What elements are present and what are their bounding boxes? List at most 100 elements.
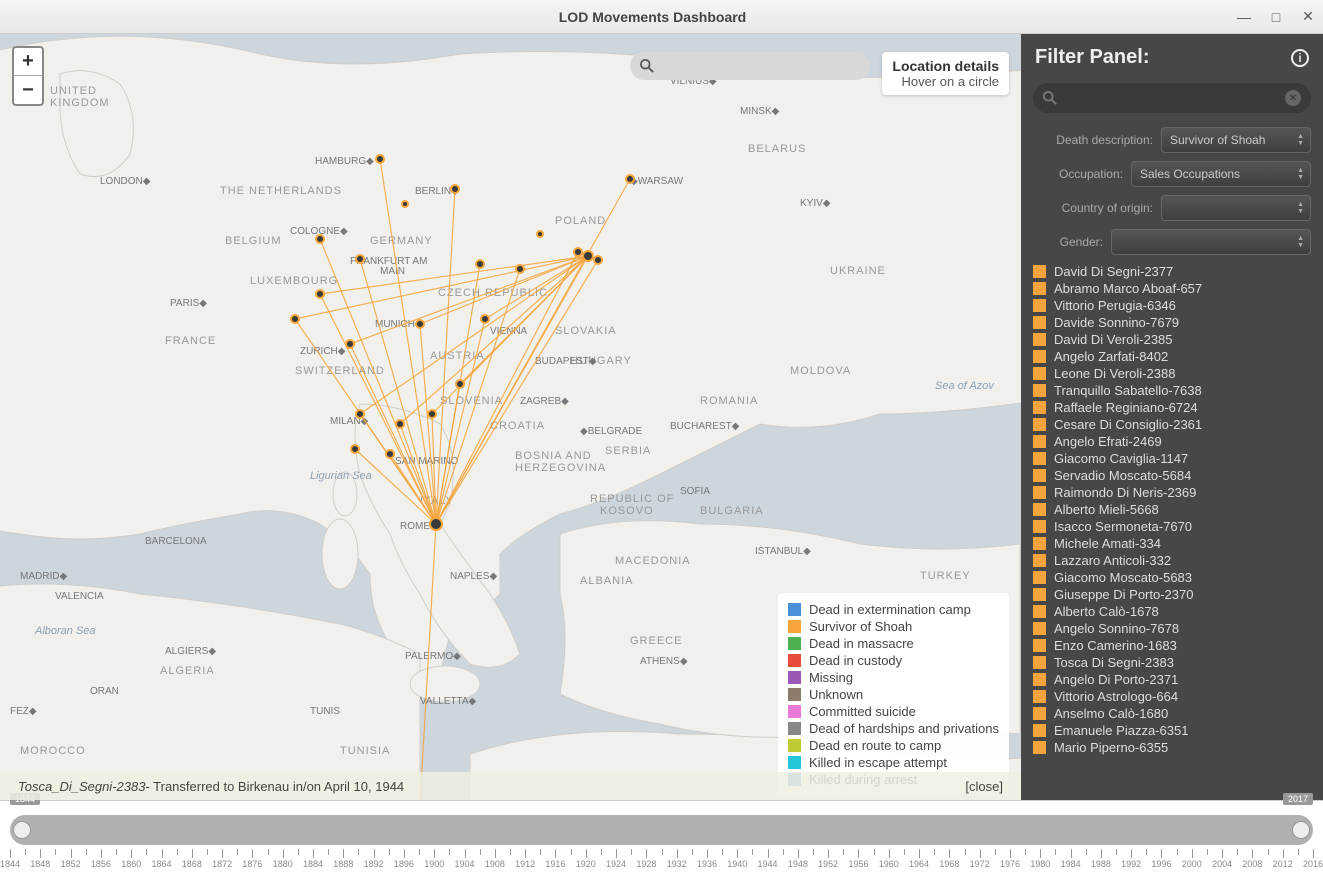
people-list-item[interactable]: Giacomo Moscato-5683 [1033, 569, 1311, 586]
people-list-item[interactable]: Giacomo Caviglia-1147 [1033, 450, 1311, 467]
person-name: Angelo Zarfati-8402 [1054, 349, 1168, 364]
legend-label: Dead of hardships and privations [809, 721, 999, 736]
people-list-item[interactable]: Leone Di Veroli-2388 [1033, 365, 1311, 382]
country-select[interactable]: ▲▼ [1161, 195, 1311, 221]
person-swatch [1033, 724, 1046, 737]
people-list-item[interactable]: Vittorio Perugia-6346 [1033, 297, 1311, 314]
person-name: Angelo Sonnino-7678 [1054, 621, 1179, 636]
timeline-tick-label: 1900 [424, 859, 444, 869]
people-list-item[interactable]: Davide Sonnino-7679 [1033, 314, 1311, 331]
clear-search-icon[interactable]: ✕ [1285, 90, 1301, 106]
people-list-item[interactable]: Emanuele Piazza-6351 [1033, 722, 1311, 739]
people-list-item[interactable]: Angelo Sonnino-7678 [1033, 620, 1311, 637]
person-name: Alberto Mieli-5668 [1054, 502, 1159, 517]
people-list-item[interactable]: Tosca Di Segni-2383 [1033, 654, 1311, 671]
people-list-item[interactable]: David Di Segni-2377 [1033, 263, 1311, 280]
legend-item: Dead of hardships and privations [788, 720, 999, 737]
timeline-handle-start[interactable] [13, 821, 31, 839]
svg-text:CZECH REPUBLIC: CZECH REPUBLIC [438, 287, 548, 299]
people-list-item[interactable]: Mario Piperno-6355 [1033, 739, 1311, 756]
people-list-item[interactable]: Angelo Zarfati-8402 [1033, 348, 1311, 365]
person-name: Anselmo Calò-1680 [1054, 706, 1168, 721]
person-name: Michele Amati-334 [1054, 536, 1161, 551]
map-area[interactable]: UNITEDKINGDOM THE NETHERLANDS BELGIUM LU… [0, 34, 1021, 800]
people-list[interactable]: David Di Segni-2377Abramo Marco Aboaf-65… [1021, 259, 1323, 800]
svg-text:ATHENS◆: ATHENS◆ [640, 656, 688, 667]
person-name: Giacomo Moscato-5683 [1054, 570, 1192, 585]
person-name: Lazzaro Anticoli-332 [1054, 553, 1171, 568]
zoom-out-button[interactable]: − [14, 76, 42, 104]
svg-text:Ligurian Sea: Ligurian Sea [310, 470, 372, 482]
person-swatch [1033, 639, 1046, 652]
person-name: Vittorio Astrologo-664 [1054, 689, 1178, 704]
svg-text:FRANCE: FRANCE [165, 335, 216, 347]
legend-label: Missing [809, 670, 853, 685]
map-search-input[interactable] [630, 52, 870, 80]
svg-text:Alboran Sea: Alboran Sea [34, 625, 96, 637]
people-list-item[interactable]: Raimondo Di Neris-2369 [1033, 484, 1311, 501]
timeline-tick-label: 2008 [1242, 859, 1262, 869]
people-list-item[interactable]: Tranquillo Sabatello-7638 [1033, 382, 1311, 399]
person-name: Davide Sonnino-7679 [1054, 315, 1179, 330]
svg-text:ZAGREB◆: ZAGREB◆ [520, 396, 569, 407]
timeline-tick-label: 1888 [333, 859, 353, 869]
people-list-item[interactable]: Alberto Mieli-5668 [1033, 501, 1311, 518]
legend-swatch [788, 603, 801, 616]
person-name: Raffaele Reginiano-6724 [1054, 400, 1198, 415]
svg-text:SOFIA: SOFIA [680, 486, 710, 497]
people-list-item[interactable]: Angelo Di Porto-2371 [1033, 671, 1311, 688]
maximize-button[interactable]: □ [1269, 10, 1283, 24]
minimize-button[interactable]: — [1237, 10, 1251, 24]
people-list-item[interactable]: Angelo Efrati-2469 [1033, 433, 1311, 450]
filter-search-input[interactable]: ✕ [1033, 83, 1311, 113]
people-list-item[interactable]: David Di Veroli-2385 [1033, 331, 1311, 348]
people-list-item[interactable]: Vittorio Astrologo-664 [1033, 688, 1311, 705]
gender-select[interactable]: ▲▼ [1111, 229, 1311, 255]
timeline-handle-end[interactable] [1292, 821, 1310, 839]
zoom-in-button[interactable]: + [14, 48, 42, 76]
timeline-tick-label: 1908 [485, 859, 505, 869]
legend-item: Dead en route to camp [788, 737, 999, 754]
occupation-select[interactable]: Sales Occupations▲▼ [1131, 161, 1311, 187]
death-description-select[interactable]: Survivor of Shoah▲▼ [1161, 127, 1311, 153]
filter-search-field[interactable] [1063, 91, 1279, 106]
legend-label: Dead en route to camp [809, 738, 941, 753]
person-swatch [1033, 350, 1046, 363]
timeline-tick-label: 1872 [212, 859, 232, 869]
people-list-item[interactable]: Servadio Moscato-5684 [1033, 467, 1311, 484]
timeline-tick-label: 2016 [1303, 859, 1323, 869]
status-close-button[interactable]: [close] [965, 779, 1003, 794]
timeline[interactable]: 1844 2017 184418481852185618601864186818… [0, 800, 1323, 883]
legend-label: Committed suicide [809, 704, 916, 719]
people-list-item[interactable]: Abramo Marco Aboaf-657 [1033, 280, 1311, 297]
people-list-item[interactable]: Isacco Sermoneta-7670 [1033, 518, 1311, 535]
person-name: Leone Di Veroli-2388 [1054, 366, 1175, 381]
svg-text:Sea of Azov: Sea of Azov [935, 380, 995, 392]
svg-text:HERZEGOVINA: HERZEGOVINA [515, 462, 606, 474]
person-name: Giuseppe Di Porto-2370 [1054, 587, 1193, 602]
svg-text:BOSNIA AND: BOSNIA AND [515, 450, 592, 462]
svg-text:MAIN: MAIN [380, 266, 405, 277]
person-name: Angelo Di Porto-2371 [1054, 672, 1178, 687]
close-button[interactable]: ✕ [1301, 10, 1315, 24]
people-list-item[interactable]: Alberto Calò-1678 [1033, 603, 1311, 620]
timeline-tick-label: 1868 [182, 859, 202, 869]
people-list-item[interactable]: Raffaele Reginiano-6724 [1033, 399, 1311, 416]
people-list-item[interactable]: Giuseppe Di Porto-2370 [1033, 586, 1311, 603]
timeline-track[interactable] [10, 815, 1313, 845]
svg-text:SERBIA: SERBIA [605, 445, 651, 457]
info-icon[interactable]: i [1291, 49, 1309, 67]
svg-text:HAMBURG◆: HAMBURG◆ [315, 156, 374, 167]
people-list-item[interactable]: Michele Amati-334 [1033, 535, 1311, 552]
people-list-item[interactable]: Anselmo Calò-1680 [1033, 705, 1311, 722]
svg-text:TUNISIA: TUNISIA [340, 745, 390, 757]
svg-text:KOSOVO: KOSOVO [600, 505, 654, 517]
person-swatch [1033, 554, 1046, 567]
people-list-item[interactable]: Enzo Camerino-1683 [1033, 637, 1311, 654]
person-name: Tranquillo Sabatello-7638 [1054, 383, 1202, 398]
location-details-title: Location details [892, 58, 999, 74]
svg-text:ZURICH◆: ZURICH◆ [300, 346, 346, 357]
people-list-item[interactable]: Lazzaro Anticoli-332 [1033, 552, 1311, 569]
occupation-label: Occupation: [1059, 167, 1123, 181]
people-list-item[interactable]: Cesare Di Consiglio-2361 [1033, 416, 1311, 433]
